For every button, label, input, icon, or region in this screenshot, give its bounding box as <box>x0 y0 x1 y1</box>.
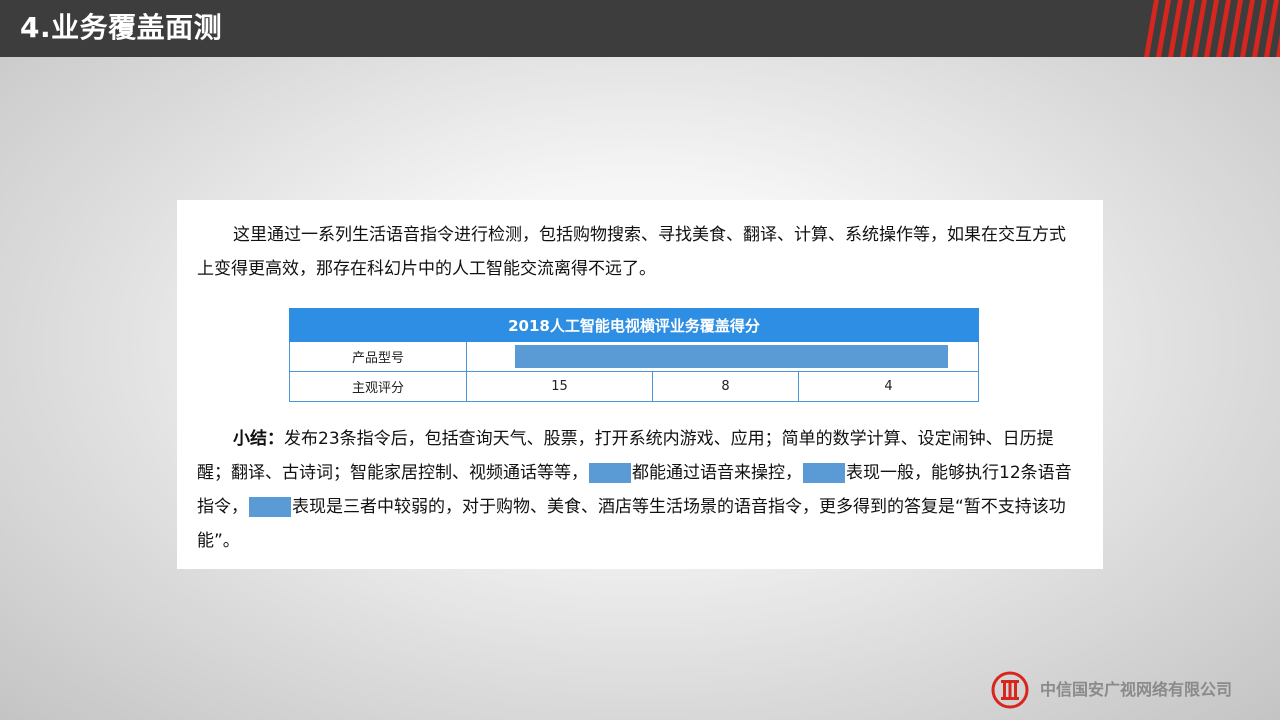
table-row: 主观评分 15 8 4 <box>289 371 979 402</box>
score-cell: 15 <box>466 371 653 402</box>
citic-logo-icon <box>991 671 1029 709</box>
content-card: 这里通过一系列生活语音指令进行检测，包括购物搜索、寻找美食、翻译、计算、系统操作… <box>177 200 1103 569</box>
row-label-score: 主观评分 <box>289 371 467 402</box>
redacted-brand-1 <box>589 463 631 483</box>
summary-paragraph: 小结：发布23条指令后，包括查询天气、股票，打开系统内游戏、应用；简单的数学计算… <box>197 422 1077 558</box>
score-cell: 4 <box>798 371 979 402</box>
summary-label: 小结： <box>233 429 284 449</box>
slide-title: 4.业务覆盖面测 <box>20 11 223 44</box>
summary-text-4: 表现是三者中较弱的，对于购物、美食、酒店等生活场景的语音指令，更多得到的答复是“… <box>197 497 1066 551</box>
intro-paragraph: 这里通过一系列生活语音指令进行检测，包括购物搜索、寻找美食、翻译、计算、系统操作… <box>197 218 1077 286</box>
row-label-model: 产品型号 <box>289 341 467 372</box>
redacted-brand-2 <box>803 463 845 483</box>
summary-text-2: 都能通过语音来操控， <box>632 463 802 483</box>
redacted-model-names <box>515 345 948 368</box>
redacted-brand-3 <box>249 497 291 517</box>
intro-text: 这里通过一系列生活语音指令进行检测，包括购物搜索、寻找美食、翻译、计算、系统操作… <box>197 225 1066 279</box>
model-names-cell <box>466 341 979 372</box>
company-name: 中信国安广视网络有限公司 <box>1040 680 1233 699</box>
red-stripes-decoration <box>1144 0 1280 57</box>
score-table: 2018人工智能电视横评业务覆盖得分 产品型号 主观评分 15 8 4 <box>289 308 979 402</box>
table-title: 2018人工智能电视横评业务覆盖得分 <box>289 308 979 342</box>
slide-header: 4.业务覆盖面测 <box>0 0 1280 57</box>
table-row: 产品型号 <box>289 341 979 372</box>
score-cell: 8 <box>652 371 799 402</box>
table-header-row: 2018人工智能电视横评业务覆盖得分 <box>289 308 979 342</box>
